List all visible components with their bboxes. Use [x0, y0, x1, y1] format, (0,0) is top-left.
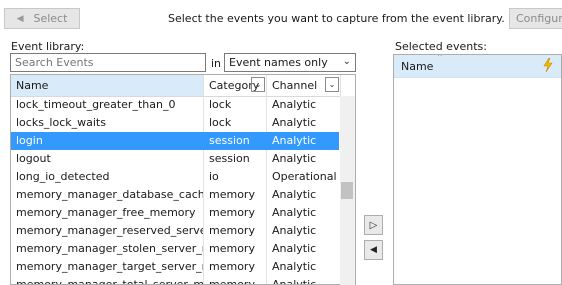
event-category-cell: memory — [204, 204, 267, 222]
event-channel-cell: Analytic — [267, 258, 341, 276]
selected-column-header-name[interactable]: ⌃ Name — [394, 55, 538, 77]
search-scope-value: Event names only — [229, 56, 328, 69]
selected-grid-header: ⌃ Name — [394, 55, 561, 78]
chevron-down-icon: ⌄ — [342, 56, 351, 67]
column-header-name-label: Name — [16, 79, 49, 92]
event-channel-cell: Analytic — [267, 222, 341, 240]
event-row[interactable]: logout session Analytic — [11, 150, 341, 168]
event-row[interactable]: memory_manager_stolen_server_memorymemor… — [11, 240, 341, 258]
grid-scrollbar[interactable] — [340, 96, 355, 285]
search-scope-select[interactable]: Event names only ⌄ — [224, 53, 356, 72]
selected-events-grid: ⌃ Name — [393, 54, 562, 285]
event-channel-cell: Analytic — [267, 186, 341, 204]
category-filter-dropdown[interactable]: ⌄ — [251, 77, 265, 92]
event-channel-cell: Analytic — [267, 150, 341, 168]
event-name-cell: memory_manager_database_cache_memo... — [11, 186, 204, 204]
event-row[interactable]: memory_manager_free_memory memory Analytic — [11, 204, 341, 222]
event-name-cell: memory_manager_target_server_memory — [11, 258, 204, 276]
add-event-button[interactable]: ▷ — [364, 215, 383, 235]
event-category-cell: lock — [204, 96, 267, 114]
event-channel-cell: Analytic — [267, 114, 341, 132]
channel-filter-dropdown[interactable]: ⌄ — [325, 77, 339, 92]
event-category-cell: io — [204, 168, 267, 186]
event-channel-cell: Analytic — [267, 204, 341, 222]
configure-button-label: Configure — [516, 12, 562, 25]
event-row[interactable]: memory_manager_database_cache_memo...mem… — [11, 186, 341, 204]
event-row[interactable]: memory_manager_target_server_memorymemor… — [11, 258, 341, 276]
selected-column-header-name-label: Name — [401, 60, 434, 73]
selected-events-label: Selected events: — [395, 40, 487, 53]
event-name-cell: memory_manager_stolen_server_memory — [11, 240, 204, 258]
select-button[interactable]: ◀ Select — [4, 8, 80, 29]
event-category-cell: memory — [204, 276, 267, 284]
event-category-cell: memory — [204, 240, 267, 258]
configure-button[interactable]: Configure — [509, 8, 562, 29]
lightning-icon[interactable] — [542, 57, 554, 73]
event-name-cell: login — [11, 132, 204, 150]
event-channel-cell: Analytic — [267, 276, 341, 284]
column-header-channel-label: Channel — [272, 79, 318, 92]
sort-ascending-icon: ⌃ — [51, 74, 59, 82]
column-header-name[interactable]: ⌃ Name — [11, 75, 204, 96]
event-row[interactable]: login session Analytic — [11, 132, 341, 150]
event-category-cell: memory — [204, 222, 267, 240]
scrollbar-thumb[interactable] — [341, 182, 353, 199]
event-row[interactable]: lock_timeout_greater_than_0 lock Analytic — [11, 96, 341, 114]
event-row[interactable]: memory_manager_reserved_server_memorymem… — [11, 222, 341, 240]
event-row[interactable]: locks_lock_waits lock Analytic — [11, 114, 341, 132]
event-name-cell: locks_lock_waits — [11, 114, 204, 132]
select-button-label: Select — [33, 12, 68, 25]
event-channel-cell: Analytic — [267, 240, 341, 258]
event-row[interactable]: memory_manager_total_server_memorymemory… — [11, 276, 341, 284]
remove-event-button[interactable]: ◀ — [364, 240, 383, 260]
instruction-text: Select the events you want to capture fr… — [168, 12, 505, 25]
grid-header: ⌃ Name Category ⌄ Channel ⌄ — [11, 75, 355, 97]
event-name-cell: memory_manager_total_server_memory — [11, 276, 204, 284]
event-row[interactable]: long_io_detected io Operational — [11, 168, 341, 186]
event-name-cell: logout — [11, 150, 204, 168]
event-library-label: Event library: — [11, 40, 85, 53]
event-category-cell: session — [204, 132, 267, 150]
event-name-cell: lock_timeout_greater_than_0 — [11, 96, 204, 114]
event-channel-cell: Operational — [267, 168, 341, 186]
arrow-left-icon: ◀ — [370, 245, 377, 255]
column-header-channel[interactable]: Channel ⌄ — [267, 75, 341, 96]
event-name-cell: memory_manager_reserved_server_memory — [11, 222, 204, 240]
sort-ascending-icon: ⌃ — [436, 54, 444, 63]
event-library-grid: ⌃ Name Category ⌄ Channel ⌄ lock_timeout… — [10, 74, 356, 285]
event-category-cell: memory — [204, 258, 267, 276]
event-category-cell: memory — [204, 186, 267, 204]
column-header-category[interactable]: Category ⌄ — [204, 75, 267, 96]
search-events-input[interactable] — [10, 53, 206, 72]
arrow-right-icon: ▷ — [369, 219, 378, 231]
in-label: in — [211, 57, 222, 70]
event-channel-cell: Analytic — [267, 132, 341, 150]
event-category-cell: lock — [204, 114, 267, 132]
arrow-left-icon: ◀ — [16, 13, 24, 24]
event-category-cell: session — [204, 150, 267, 168]
event-name-cell: memory_manager_free_memory — [11, 204, 204, 222]
event-name-cell: long_io_detected — [11, 168, 204, 186]
event-channel-cell: Analytic — [267, 96, 341, 114]
